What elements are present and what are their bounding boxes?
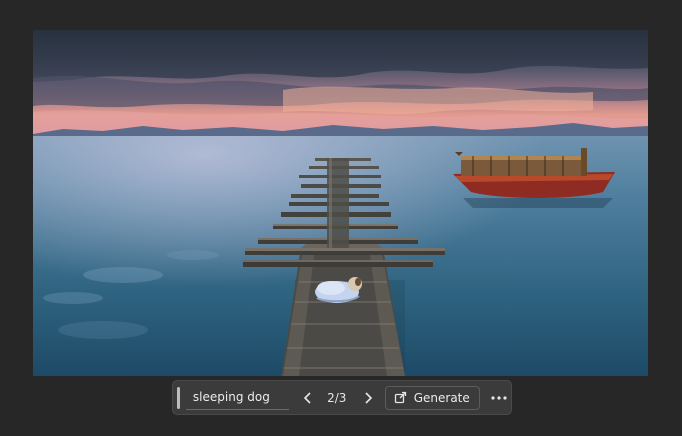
previous-variation-button[interactable]: [297, 386, 318, 410]
image-canvas[interactable]: [33, 30, 648, 376]
next-variation-button[interactable]: [357, 386, 378, 410]
prompt-input[interactable]: sleeping dog: [185, 386, 289, 410]
more-horizontal-icon: [491, 395, 507, 400]
toolbar-drag-handle[interactable]: [177, 386, 180, 409]
generate-icon: [394, 391, 407, 404]
generate-button[interactable]: Generate: [384, 385, 480, 410]
variation-counter: 2/3: [327, 390, 347, 405]
lake-pier-photo: [33, 30, 648, 376]
chevron-left-icon: [303, 391, 311, 404]
generate-label: Generate: [413, 390, 470, 405]
more-options-button[interactable]: [488, 386, 511, 410]
prompt-text: sleeping dog: [192, 390, 270, 404]
chevron-right-icon: [365, 391, 373, 404]
generative-fill-toolbar: sleeping dog 2/3 Generate: [172, 380, 512, 415]
